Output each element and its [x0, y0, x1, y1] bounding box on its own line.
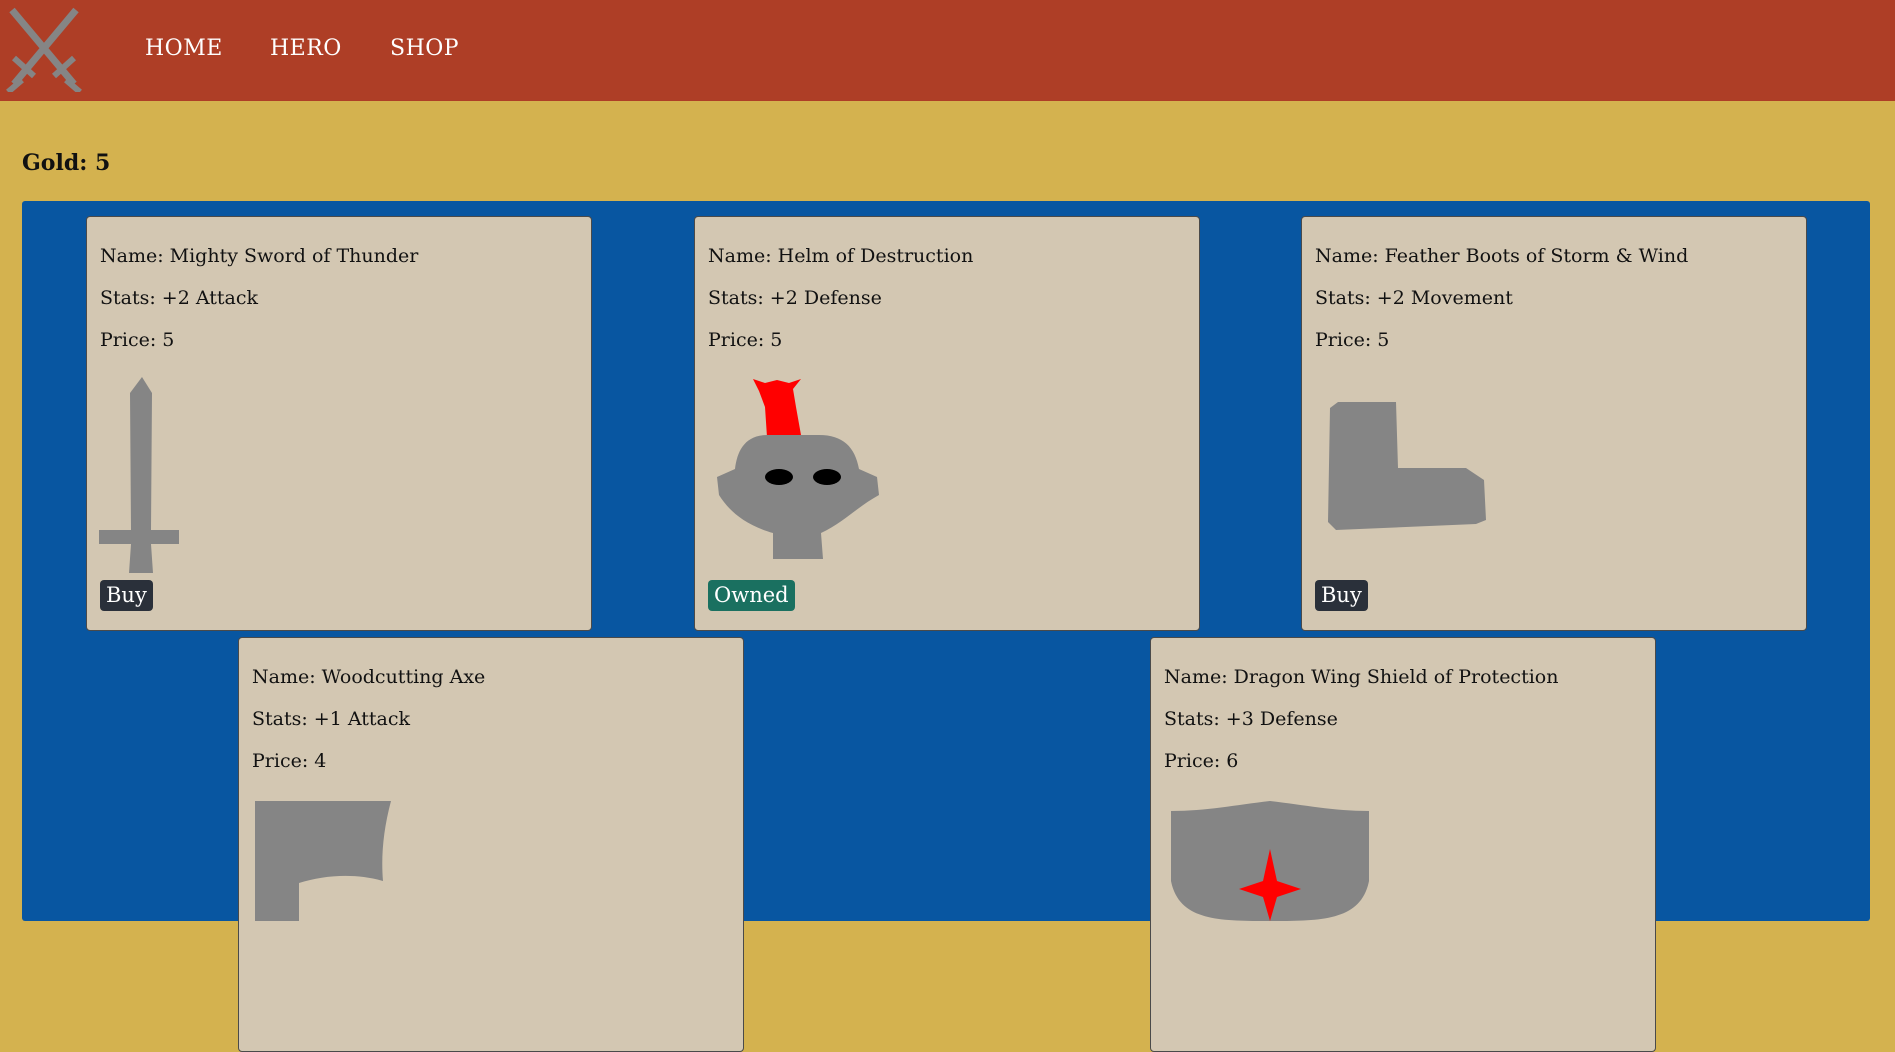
top-navbar: HOME HERO SHOP: [0, 0, 1895, 101]
item-card: Name: Woodcutting Axe Stats: +1 Attack P…: [238, 637, 744, 1052]
buy-button[interactable]: Buy: [1315, 580, 1368, 611]
item-name: Name: Helm of Destruction: [708, 245, 974, 267]
item-card: Name: Feather Boots of Storm & Wind Stat…: [1301, 216, 1807, 631]
axe-icon: [255, 801, 391, 921]
shield-icon: [1171, 801, 1369, 921]
shop-panel: Name: Mighty Sword of Thunder Stats: +2 …: [22, 201, 1870, 1052]
owned-button[interactable]: Owned: [708, 580, 795, 611]
item-name: Name: Mighty Sword of Thunder: [100, 245, 419, 267]
item-stats: Stats: +1 Attack: [252, 708, 410, 730]
buy-button[interactable]: Buy: [100, 580, 153, 611]
item-card: Name: Mighty Sword of Thunder Stats: +2 …: [86, 216, 592, 631]
gold-counter: Gold: 5: [22, 150, 111, 176]
item-stats: Stats: +2 Movement: [1315, 287, 1513, 309]
item-price: Price: 4: [252, 750, 327, 772]
item-name: Name: Feather Boots of Storm & Wind: [1315, 245, 1689, 267]
item-name: Name: Dragon Wing Shield of Protection: [1164, 666, 1559, 688]
item-stats: Stats: +2 Attack: [100, 287, 258, 309]
boot-icon: [1328, 402, 1486, 530]
item-price: Price: 6: [1164, 750, 1239, 772]
item-name: Name: Woodcutting Axe: [252, 666, 486, 688]
item-card: Name: Helm of Destruction Stats: +2 Defe…: [694, 216, 1200, 631]
item-price: Price: 5: [1315, 329, 1390, 351]
nav-link-shop[interactable]: SHOP: [390, 36, 459, 61]
item-price: Price: 5: [708, 329, 783, 351]
helmet-icon: [717, 379, 879, 559]
item-stats: Stats: +2 Defense: [708, 287, 882, 309]
crossed-swords-icon[interactable]: [4, 6, 84, 92]
item-card: Name: Dragon Wing Shield of Protection S…: [1150, 637, 1656, 1052]
sword-icon: [99, 377, 179, 573]
nav-link-home[interactable]: HOME: [145, 36, 223, 61]
item-stats: Stats: +3 Defense: [1164, 708, 1338, 730]
item-price: Price: 5: [100, 329, 175, 351]
nav-link-hero[interactable]: HERO: [270, 36, 342, 61]
